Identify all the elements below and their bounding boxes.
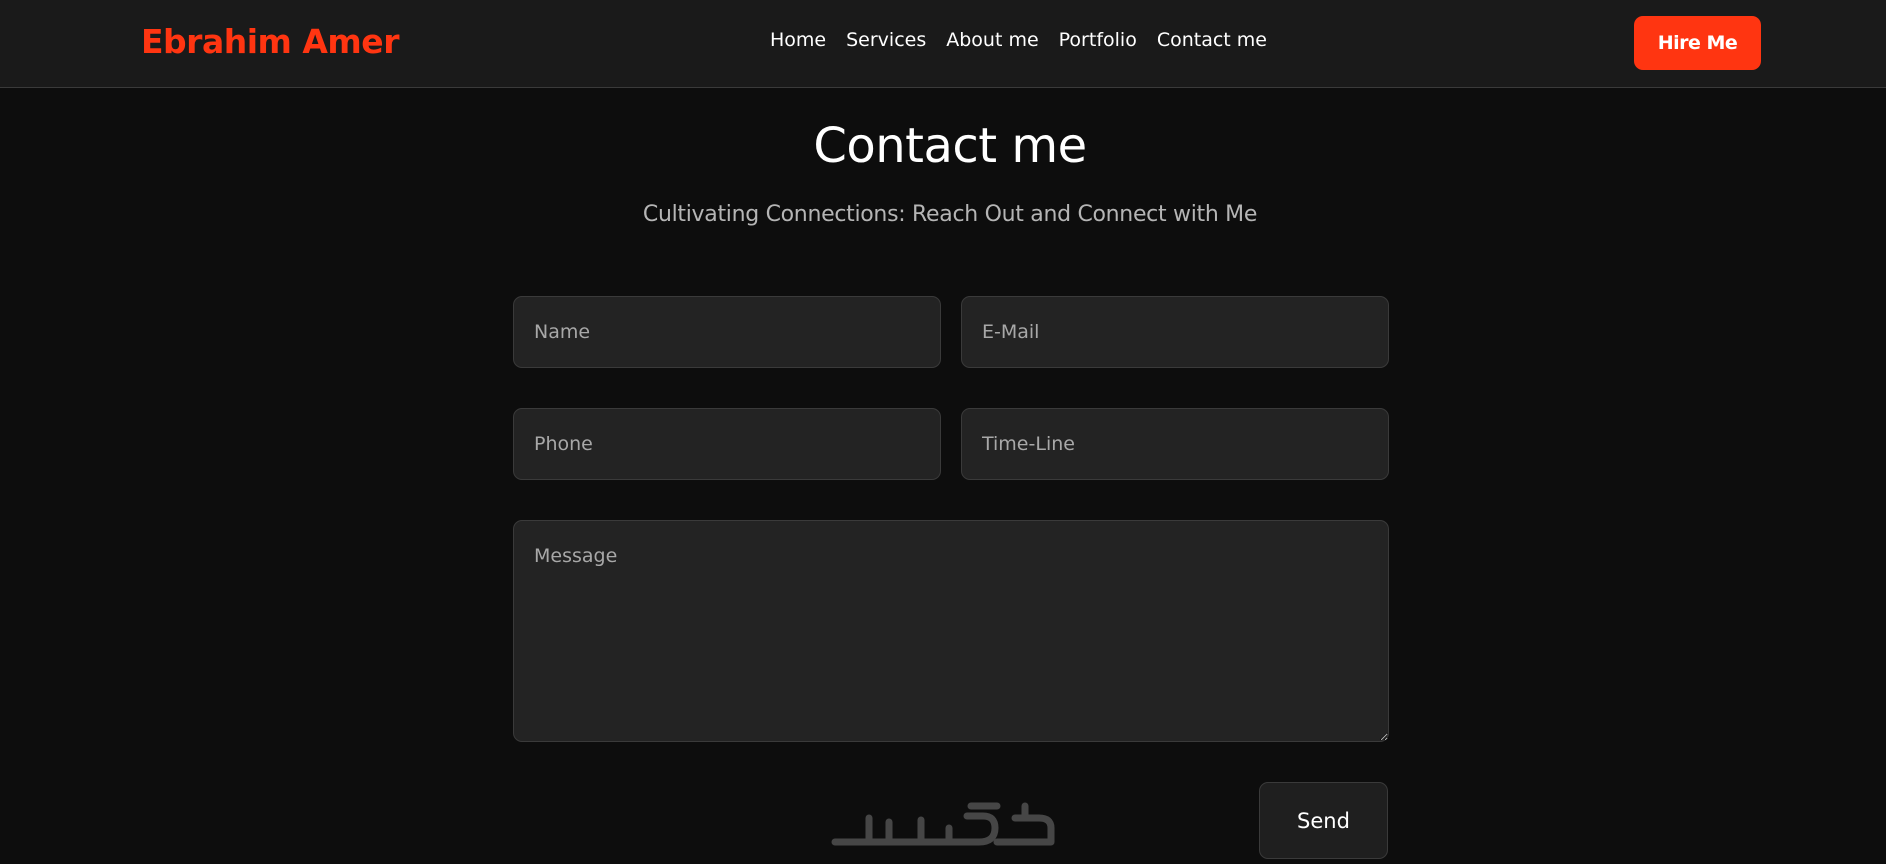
- page-title: Contact me: [813, 118, 1087, 174]
- send-button[interactable]: Send: [1259, 782, 1388, 859]
- main-nav: Home Services About me Portfolio Contact…: [770, 29, 1267, 51]
- nav-link-services[interactable]: Services: [846, 29, 926, 51]
- nav-link-home[interactable]: Home: [770, 29, 826, 51]
- timeline-input[interactable]: [961, 408, 1389, 480]
- message-textarea[interactable]: [513, 520, 1389, 742]
- nav-link-contact[interactable]: Contact me: [1157, 29, 1267, 51]
- phone-input[interactable]: [513, 408, 941, 480]
- top-navbar: Ebrahim Amer Home Services About me Port…: [0, 0, 1886, 88]
- page-subtitle: Cultivating Connections: Reach Out and C…: [642, 202, 1258, 227]
- nav-link-portfolio[interactable]: Portfolio: [1059, 29, 1137, 51]
- nav-link-about[interactable]: About me: [946, 29, 1038, 51]
- brand-logo-text[interactable]: Ebrahim Amer: [141, 22, 399, 61]
- name-input[interactable]: [513, 296, 941, 368]
- khamsat-logo-icon: [831, 802, 1055, 846]
- email-input[interactable]: [961, 296, 1389, 368]
- hire-me-button[interactable]: Hire Me: [1634, 16, 1761, 70]
